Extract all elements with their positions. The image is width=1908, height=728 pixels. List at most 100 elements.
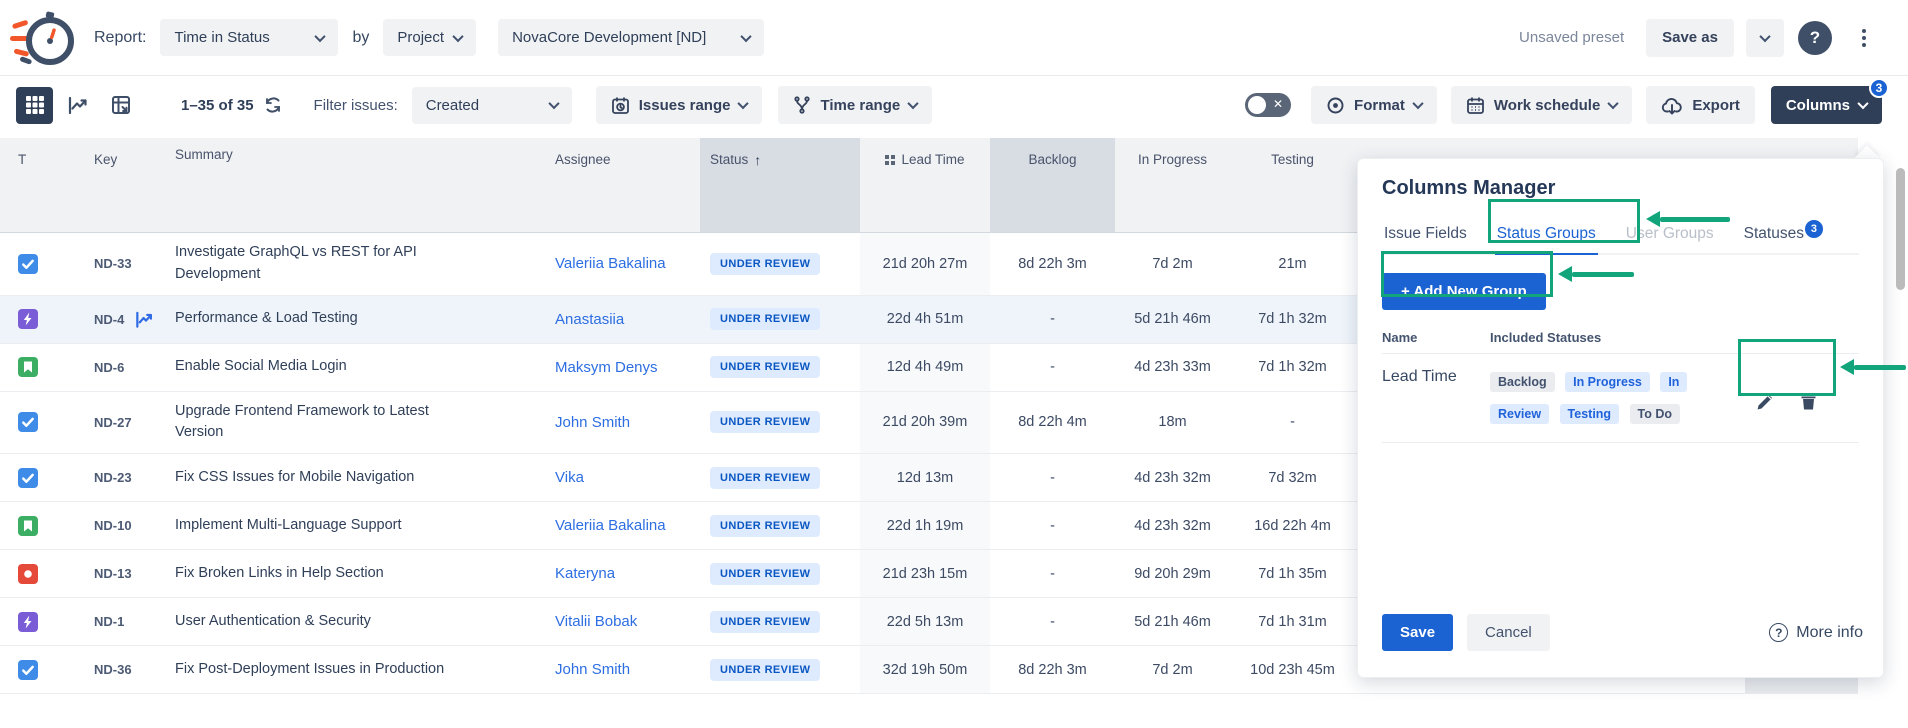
pivot-view-icon[interactable] — [102, 87, 139, 124]
assignee-link[interactable]: John Smith — [555, 414, 630, 431]
columns-button[interactable]: Columns 3 — [1771, 86, 1882, 124]
issue-key-cell: ND-6 — [52, 344, 172, 391]
status-lozenge: UNDER REVIEW — [710, 356, 820, 378]
issue-summary[interactable]: Fix CSS Issues for Mobile Navigation — [175, 467, 414, 489]
sort-ascending-icon: ↑ — [754, 152, 761, 168]
scope-select[interactable]: Project — [383, 19, 476, 56]
time-value-cell: 4d 23h 32m — [1115, 502, 1230, 549]
export-button[interactable]: Export — [1646, 86, 1755, 124]
group-list-header: Name Included Statuses — [1382, 330, 1859, 345]
time-value-cell: 12d 13m — [860, 454, 990, 501]
time-value-cell: 7d 1h 35m — [1230, 550, 1355, 597]
story-issue-type-icon — [18, 357, 38, 377]
save-as-button[interactable]: Save as — [1646, 19, 1734, 57]
chart-view-icon[interactable] — [59, 87, 96, 124]
tab-issue-fields[interactable]: Issue Fields — [1382, 219, 1469, 253]
issue-key: ND-10 — [94, 518, 132, 533]
assignee-link[interactable]: Kateryna — [555, 565, 615, 582]
issue-key-cell: ND-23 — [52, 454, 172, 501]
edit-group-icon[interactable] — [1756, 392, 1775, 411]
report-type-select[interactable]: Time in Status — [160, 19, 338, 56]
issue-summary[interactable]: Enable Social Media Login — [175, 356, 347, 378]
time-value-cell: 8d 22h 3m — [990, 646, 1115, 693]
issue-summary[interactable]: Investigate GraphQL vs REST for API Deve… — [175, 242, 457, 286]
toolbar: 1–35 of 35 Filter issues: Created Issues… — [0, 76, 1908, 128]
issue-key-cell: ND-4 — [52, 296, 172, 343]
column-header-assignee[interactable]: Assignee — [545, 138, 700, 167]
save-options-button[interactable] — [1746, 19, 1784, 57]
summary-cell: User Authentication & Security — [172, 598, 545, 645]
issue-summary[interactable]: User Authentication & Security — [175, 611, 371, 633]
time-value-cell: 12d 4h 49m — [860, 344, 990, 391]
issue-type-cell — [0, 233, 52, 295]
page-scrollbar-thumb[interactable] — [1896, 168, 1905, 290]
help-button[interactable]: ? — [1798, 21, 1832, 55]
time-value-cell: 5d 21h 46m — [1115, 598, 1230, 645]
assignee-link[interactable]: Anastasiia — [555, 311, 624, 328]
more-menu-button[interactable] — [1846, 19, 1882, 57]
refresh-icon[interactable] — [264, 96, 282, 114]
issue-key-cell: ND-10 — [52, 502, 172, 549]
issue-summary[interactable]: Fix Post-Deployment Issues in Production — [175, 659, 444, 681]
issue-summary[interactable]: Implement Multi-Language Support — [175, 515, 402, 537]
summary-cell: Fix Post-Deployment Issues in Production — [172, 646, 545, 693]
format-target-icon — [1326, 96, 1345, 115]
time-value-cell: 21m — [1230, 233, 1355, 295]
issue-type-cell — [0, 598, 52, 645]
drag-handle-icon[interactable] — [885, 155, 895, 165]
column-header-in-progress[interactable]: In Progress — [1115, 138, 1230, 167]
filter-field-select[interactable]: Created — [412, 87, 572, 124]
column-header-status[interactable]: Status↑ — [700, 138, 860, 232]
status-cell: UNDER REVIEW — [700, 296, 860, 343]
assignee-cell: Anastasiia — [545, 296, 700, 343]
tab-status-groups[interactable]: Status Groups — [1495, 219, 1598, 255]
preset-status-text: Unsaved preset — [1519, 29, 1624, 46]
issue-key-cell: ND-36 — [52, 646, 172, 693]
work-schedule-button[interactable]: Work schedule — [1451, 86, 1632, 124]
format-button[interactable]: Format — [1311, 86, 1437, 124]
column-header-testing[interactable]: Testing — [1230, 138, 1355, 167]
issue-summary[interactable]: Performance & Load Testing — [175, 308, 358, 330]
time-value-cell: 7d 2m — [1115, 233, 1230, 295]
time-range-button[interactable]: Time range — [778, 86, 932, 124]
issue-key-cell: ND-13 — [52, 550, 172, 597]
cancel-button[interactable]: Cancel — [1467, 614, 1550, 651]
time-value-cell: 10d 23h 45m — [1230, 646, 1355, 693]
assignee-link[interactable]: Vitalii Bobak — [555, 613, 637, 630]
issue-chart-icon[interactable] — [134, 309, 155, 330]
status-chip: In Progress — [1565, 372, 1650, 392]
chevron-down-icon — [738, 98, 749, 109]
column-header-key[interactable]: Key — [52, 138, 172, 167]
issues-range-button[interactable]: Issues range — [596, 86, 763, 124]
toggle-knob — [1248, 96, 1266, 114]
grid-view-icon[interactable] — [16, 87, 53, 124]
assignee-link[interactable]: John Smith — [555, 661, 630, 678]
column-header-summary[interactable]: Summary — [172, 138, 545, 171]
column-header-backlog[interactable]: Backlog — [990, 138, 1115, 232]
assignee-link[interactable]: Valeriia Bakalina — [555, 255, 666, 272]
tab-statuses[interactable]: Statuses3 — [1742, 214, 1825, 253]
group-statuses: Backlog In Progress In Review Testing To… — [1490, 366, 1728, 430]
column-header-t[interactable]: T — [0, 138, 52, 167]
summary-cell: Fix Broken Links in Help Section — [172, 550, 545, 597]
more-info-link[interactable]: ? More info — [1769, 623, 1863, 642]
status-cell: UNDER REVIEW — [700, 454, 860, 501]
assignee-link[interactable]: Vika — [555, 469, 584, 486]
issue-summary[interactable]: Upgrade Frontend Framework to Latest Ver… — [175, 401, 457, 445]
topbar: Report: Time in Status by Project NovaCo… — [0, 0, 1908, 76]
time-in-status-app: Report: Time in Status by Project NovaCo… — [0, 0, 1908, 728]
delete-group-icon[interactable] — [1799, 392, 1818, 411]
assignee-link[interactable]: Maksym Denys — [555, 359, 658, 376]
issue-type-cell — [0, 646, 52, 693]
project-select[interactable]: NovaCore Development [ND] — [498, 19, 764, 56]
assignee-link[interactable]: Valeriia Bakalina — [555, 517, 666, 534]
column-header-lead-time[interactable]: Lead Time — [860, 138, 990, 167]
columns-count-badge: 3 — [1869, 78, 1889, 98]
time-value-cell: 8d 22h 3m — [990, 233, 1115, 295]
chevron-down-icon — [741, 30, 752, 41]
save-button[interactable]: Save — [1382, 614, 1453, 651]
issue-summary[interactable]: Fix Broken Links in Help Section — [175, 563, 384, 585]
add-new-group-button[interactable]: + Add New Group — [1382, 273, 1546, 310]
compact-toggle[interactable]: ✕ — [1245, 93, 1291, 117]
tab-user-groups[interactable]: User Groups — [1624, 219, 1716, 253]
